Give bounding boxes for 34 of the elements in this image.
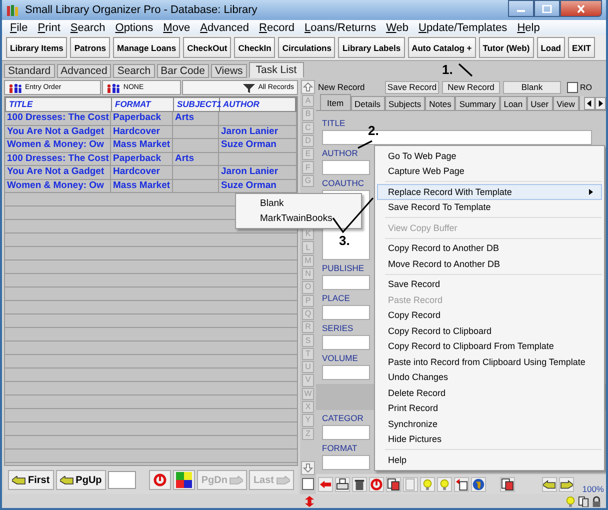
table-cell: Arts: [173, 152, 219, 165]
annotation-number: 1.: [442, 63, 453, 76]
field-label: FORMAT: [322, 444, 358, 453]
table-cell: Arts: [173, 112, 219, 124]
table-cell: Mass Market: [111, 139, 173, 152]
table-cell: 100 Dresses: The Cost: [5, 112, 111, 124]
field-label: PUBLISHE: [322, 264, 364, 273]
table-cell: Paperback: [111, 112, 173, 124]
table-cell: You Are Not a Gadget: [5, 126, 111, 138]
table-cell: Women & Money: Ow: [5, 180, 111, 192]
field-label: SERIES: [322, 324, 354, 333]
field-label: PLACE: [322, 294, 350, 303]
field-label: TITLE: [322, 119, 346, 128]
annotation-number: 3.: [339, 234, 350, 247]
record-status: New Record: [317, 82, 366, 92]
annotation-number: 2.: [368, 124, 379, 137]
table-cell: Jaron Lanier: [219, 166, 297, 178]
table-cell: Women & Money: Ow: [5, 139, 111, 152]
table-cell: Suze Orman: [219, 180, 297, 192]
table-cell: Mass Market: [111, 180, 173, 192]
field-label: AUTHOR: [322, 149, 358, 158]
table-cell: Hardcover: [111, 166, 173, 178]
field-label: COAUTHC: [322, 179, 364, 188]
zoom-level: 100%: [582, 484, 604, 494]
table-cell: Hardcover: [111, 126, 173, 138]
table-cell: 100 Dresses: The Cost: [5, 152, 111, 165]
field-label: VOLUME: [322, 354, 358, 363]
table-cell: Paperback: [111, 152, 173, 165]
table-cell: You Are Not a Gadget: [5, 166, 111, 178]
table-cell: Suze Orman: [219, 139, 297, 152]
field-label: CATEGOR: [322, 414, 364, 423]
window-title: Small Library Organizer Pro - Database: Library: [25, 4, 258, 16]
table-cell: Jaron Lanier: [219, 126, 297, 138]
ro-label: RO: [580, 82, 592, 92]
